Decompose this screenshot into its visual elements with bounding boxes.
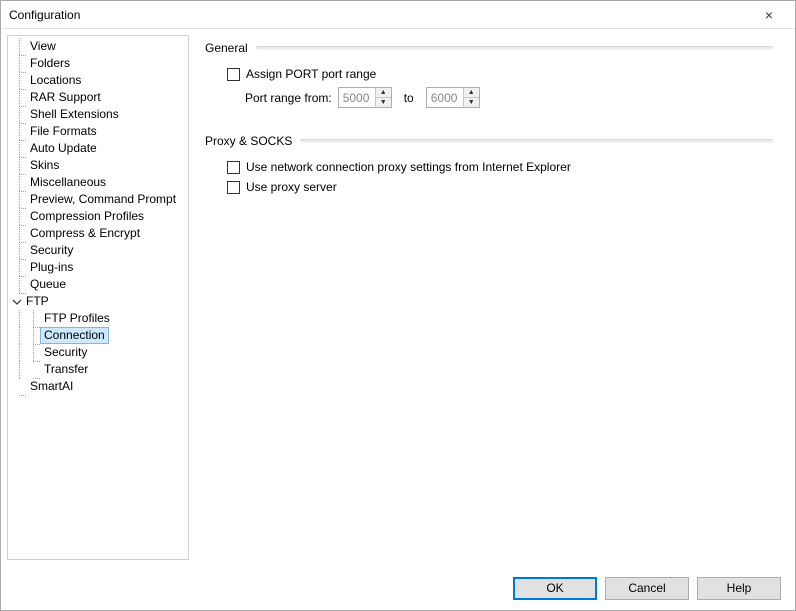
tree-item-label: Security xyxy=(26,242,77,259)
tree-item[interactable]: Security xyxy=(8,344,188,361)
window-title: Configuration xyxy=(9,8,80,22)
group-divider xyxy=(300,139,773,143)
tree-item-label: Auto Update xyxy=(26,140,101,157)
port-to-spinbox[interactable]: ▲ ▼ xyxy=(426,87,480,108)
tree-item-label: Compression Profiles xyxy=(26,208,148,225)
tree-item[interactable]: Shell Extensions xyxy=(8,106,188,123)
tree-item-label: Security xyxy=(40,344,91,361)
tree-item[interactable]: FTP xyxy=(8,293,188,310)
tree-item[interactable]: Transfer xyxy=(8,361,188,378)
tree-item[interactable]: SmartAI xyxy=(8,378,188,395)
assign-port-checkbox[interactable] xyxy=(227,68,240,81)
tree-item[interactable]: RAR Support xyxy=(8,89,188,106)
cancel-button[interactable]: Cancel xyxy=(605,577,689,600)
tree-item-label: RAR Support xyxy=(26,89,105,106)
port-range-from-label: Port range from: xyxy=(245,91,332,105)
tree-item-label: View xyxy=(26,38,60,55)
dialog-footer: OK Cancel Help xyxy=(1,566,795,610)
tree-item[interactable]: File Formats xyxy=(8,123,188,140)
use-proxy-server-label: Use proxy server xyxy=(246,180,337,194)
tree-item-label: Shell Extensions xyxy=(26,106,123,123)
tree-item[interactable]: Folders xyxy=(8,55,188,72)
use-proxy-server-checkbox[interactable] xyxy=(227,181,240,194)
tree-item[interactable]: Plug-ins xyxy=(8,259,188,276)
tree-item[interactable]: Security xyxy=(8,242,188,259)
use-ie-proxy-label: Use network connection proxy settings fr… xyxy=(246,160,571,174)
tree-item-label: Plug-ins xyxy=(26,259,77,276)
tree-item[interactable]: Miscellaneous xyxy=(8,174,188,191)
tree-item[interactable]: Skins xyxy=(8,157,188,174)
tree-item[interactable]: Auto Update xyxy=(8,140,188,157)
port-from-spinbox[interactable]: ▲ ▼ xyxy=(338,87,392,108)
tree-item[interactable]: Preview, Command Prompt xyxy=(8,191,188,208)
proxy-group: Proxy & SOCKS Use network connection pro… xyxy=(205,134,773,194)
port-from-input[interactable] xyxy=(339,88,375,107)
tree-item-label: Preview, Command Prompt xyxy=(26,191,180,208)
tree-item-label: SmartAI xyxy=(26,378,77,395)
ok-button[interactable]: OK xyxy=(513,577,597,600)
tree-item[interactable]: View xyxy=(8,38,188,55)
port-from-up[interactable]: ▲ xyxy=(376,88,391,98)
tree-item-label: FTP Profiles xyxy=(40,310,114,327)
tree-item[interactable]: FTP Profiles xyxy=(8,310,188,327)
port-from-down[interactable]: ▼ xyxy=(376,98,391,107)
to-label: to xyxy=(398,91,420,105)
tree-item-label: Compress & Encrypt xyxy=(26,225,144,242)
tree-item-label: Skins xyxy=(26,157,63,174)
port-to-up[interactable]: ▲ xyxy=(464,88,479,98)
titlebar: Configuration × xyxy=(1,1,795,29)
tree-item-label: FTP xyxy=(22,293,53,310)
proxy-title: Proxy & SOCKS xyxy=(205,134,292,148)
tree-item[interactable]: Locations xyxy=(8,72,188,89)
general-title: General xyxy=(205,41,248,55)
close-icon: × xyxy=(765,7,773,23)
tree-item[interactable]: Compression Profiles xyxy=(8,208,188,225)
tree-item[interactable]: Queue xyxy=(8,276,188,293)
tree-item-label: Transfer xyxy=(40,361,92,378)
use-ie-proxy-checkbox[interactable] xyxy=(227,161,240,174)
settings-panel: General Assign PORT port range Port rang… xyxy=(199,35,789,560)
port-to-down[interactable]: ▼ xyxy=(464,98,479,107)
tree-item[interactable]: Connection xyxy=(8,327,188,344)
tree-item-label: Queue xyxy=(26,276,70,293)
tree-item-label: File Formats xyxy=(26,123,101,140)
close-button[interactable]: × xyxy=(751,1,787,28)
category-tree[interactable]: ViewFoldersLocationsRAR SupportShell Ext… xyxy=(7,35,189,560)
port-to-input[interactable] xyxy=(427,88,463,107)
tree-item-label: Miscellaneous xyxy=(26,174,110,191)
group-divider xyxy=(256,46,773,50)
assign-port-label: Assign PORT port range xyxy=(246,67,376,81)
tree-item[interactable]: Compress & Encrypt xyxy=(8,225,188,242)
general-group: General Assign PORT port range Port rang… xyxy=(205,41,773,108)
tree-item-label: Folders xyxy=(26,55,74,72)
help-button[interactable]: Help xyxy=(697,577,781,600)
tree-item-label: Locations xyxy=(26,72,85,89)
tree-item-label: Connection xyxy=(40,327,109,344)
expander-icon[interactable] xyxy=(12,297,22,307)
